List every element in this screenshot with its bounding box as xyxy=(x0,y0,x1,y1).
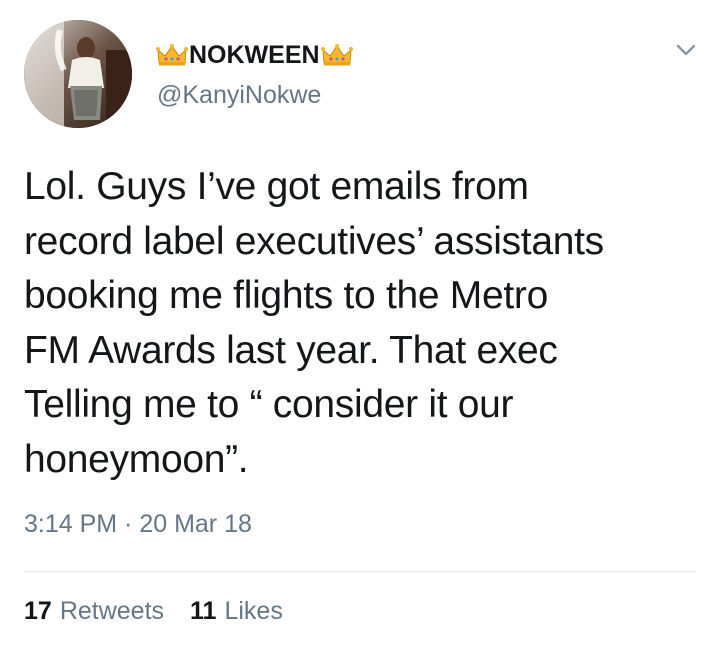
retweets-stat[interactable]: 17 Retweets xyxy=(24,596,164,626)
tweet-text: Lol. Guys I’ve got emails from record la… xyxy=(24,165,604,481)
tweet-card: NOKWEEN @KanyiNokwe Lol. Guys I’ve got e… xyxy=(0,0,720,649)
retweets-label: Retweets xyxy=(59,597,165,625)
author-name-row[interactable]: NOKWEEN xyxy=(156,41,353,69)
chevron-down-icon[interactable] xyxy=(674,40,698,60)
likes-count: 11 xyxy=(190,597,217,625)
divider xyxy=(24,571,696,572)
retweets-count: 17 xyxy=(24,597,52,625)
avatar-photo xyxy=(24,20,132,128)
author-handle[interactable]: @KanyiNokwe xyxy=(157,80,321,110)
crown-icon xyxy=(156,43,188,67)
crown-icon xyxy=(320,43,353,67)
author-display-name: NOKWEEN xyxy=(189,41,320,69)
tweet-timestamp[interactable]: 3:14 PM · 20 Mar 18 xyxy=(24,509,252,539)
avatar[interactable] xyxy=(24,20,132,128)
likes-stat[interactable]: 11 Likes xyxy=(190,596,283,626)
tweet-stats: 17 Retweets 11 Likes xyxy=(24,596,309,626)
likes-label: Likes xyxy=(224,597,283,625)
